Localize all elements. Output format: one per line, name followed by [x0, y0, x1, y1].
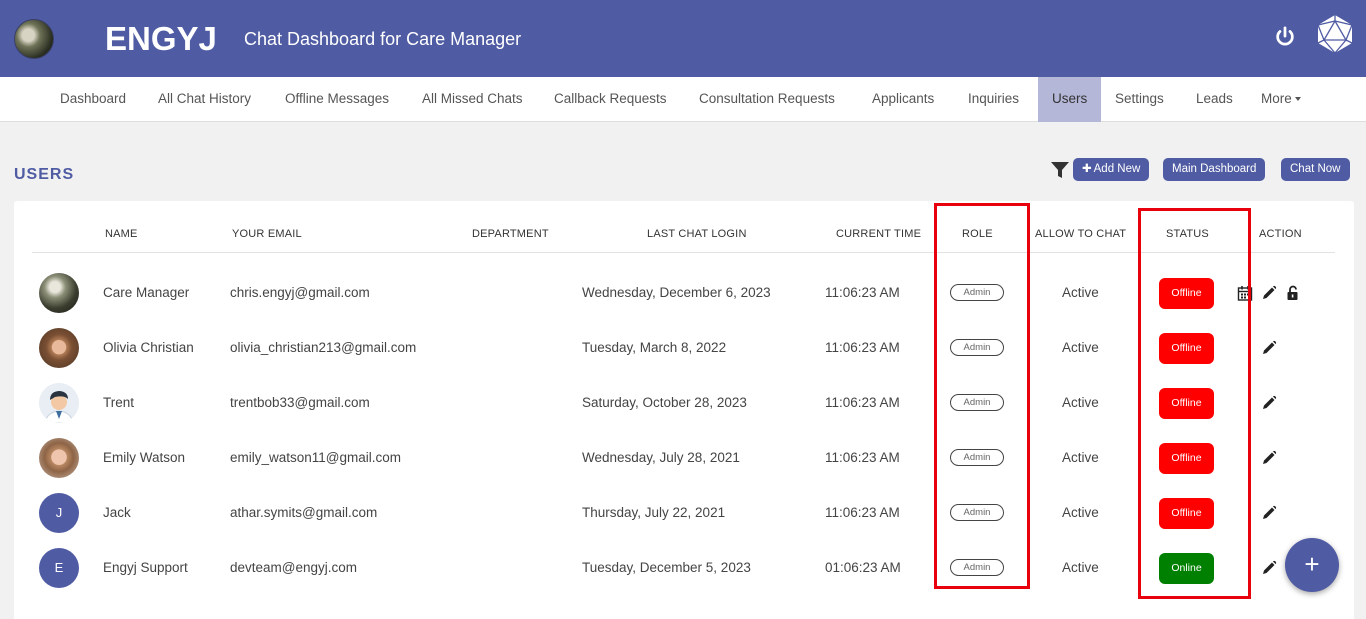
col-header-current-time: CURRENT TIME — [836, 228, 922, 240]
edit-icon[interactable] — [1261, 505, 1277, 521]
chevron-down-icon — [1294, 97, 1301, 102]
nav-settings[interactable]: Settings — [1101, 77, 1178, 122]
main-nav: Dashboard All Chat History Offline Messa… — [0, 77, 1366, 122]
role-column-highlight — [934, 203, 1030, 589]
allow-to-chat: Active — [1062, 340, 1099, 355]
nav-dashboard[interactable]: Dashboard — [46, 77, 140, 122]
current-time: 11:06:23 AM — [825, 395, 900, 410]
logo-icon — [1317, 15, 1353, 54]
edit-icon[interactable] — [1261, 450, 1277, 466]
nav-more-label: More — [1261, 91, 1292, 106]
edit-icon[interactable] — [1261, 395, 1277, 411]
user-name: Care Manager — [103, 285, 190, 300]
user-name: Trent — [103, 395, 135, 410]
allow-to-chat: Active — [1062, 505, 1099, 520]
avatar: E — [39, 548, 79, 588]
col-header-action: ACTION — [1259, 228, 1302, 240]
edit-icon[interactable] — [1261, 340, 1277, 356]
current-time: 11:06:23 AM — [825, 450, 900, 465]
allow-to-chat: Active — [1062, 450, 1099, 465]
last-chat-login: Wednesday, December 6, 2023 — [582, 285, 771, 300]
avatar — [39, 438, 79, 478]
cartoon-man-icon — [39, 383, 79, 423]
user-name: Jack — [103, 505, 131, 520]
unlock-icon[interactable] — [1285, 285, 1301, 301]
current-time: 11:06:23 AM — [825, 505, 900, 520]
user-email: olivia_christian213@gmail.com — [230, 340, 417, 355]
current-time: 11:06:23 AM — [825, 340, 900, 355]
last-chat-login: Tuesday, December 5, 2023 — [582, 560, 751, 575]
avatar: J — [39, 493, 79, 533]
nav-leads[interactable]: Leads — [1182, 77, 1247, 122]
last-chat-login: Saturday, October 28, 2023 — [582, 395, 747, 410]
plus-icon: ✚ — [1082, 163, 1092, 175]
nav-offline-messages[interactable]: Offline Messages — [271, 77, 403, 122]
col-header-last-chat-login: LAST CHAT LOGIN — [647, 228, 747, 240]
user-name: Olivia Christian — [103, 340, 194, 355]
add-new-button[interactable]: ✚ Add New — [1073, 158, 1150, 181]
current-time: 01:06:23 AM — [825, 560, 901, 575]
nav-inquiries[interactable]: Inquiries — [954, 77, 1033, 122]
add-new-label: Add New — [1093, 163, 1141, 175]
main-dashboard-button[interactable]: Main Dashboard — [1163, 158, 1266, 181]
nav-applicants[interactable]: Applicants — [858, 77, 948, 122]
edit-icon[interactable] — [1261, 560, 1277, 576]
avatar — [39, 328, 79, 368]
nav-all-chat-history[interactable]: All Chat History — [144, 77, 265, 122]
status-column-highlight — [1138, 208, 1251, 599]
floating-add-button[interactable]: + — [1285, 538, 1339, 592]
col-header-department: DEPARTMENT — [472, 228, 549, 240]
power-icon[interactable] — [1274, 26, 1296, 48]
avatar — [39, 273, 79, 313]
col-header-allow-to-chat: ALLOW TO CHAT — [1035, 228, 1127, 240]
nav-all-missed-chats[interactable]: All Missed Chats — [408, 77, 537, 122]
user-email: athar.symits@gmail.com — [230, 505, 378, 520]
page-title: USERS — [14, 166, 75, 183]
allow-to-chat: Active — [1062, 285, 1099, 300]
top-bar: ENGYJ Chat Dashboard for Care Manager — [0, 0, 1366, 77]
last-chat-login: Wednesday, July 28, 2021 — [582, 450, 740, 465]
user-name: Engyj Support — [103, 560, 188, 575]
filter-icon[interactable] — [1051, 161, 1069, 179]
nav-callback-requests[interactable]: Callback Requests — [540, 77, 681, 122]
edit-icon[interactable] — [1261, 285, 1277, 301]
user-email: emily_watson11@gmail.com — [230, 450, 402, 465]
last-chat-login: Tuesday, March 8, 2022 — [582, 340, 727, 355]
brand-logo-text: ENGYJ — [105, 20, 217, 57]
avatar — [39, 383, 79, 423]
col-header-name: NAME — [105, 228, 138, 240]
user-email: devteam@engyj.com — [230, 560, 358, 575]
user-name: Emily Watson — [103, 450, 186, 465]
nav-more[interactable]: More — [1247, 77, 1315, 122]
current-time: 11:06:23 AM — [825, 285, 900, 300]
app-subtitle: Chat Dashboard for Care Manager — [244, 29, 522, 49]
user-email: chris.engyj@gmail.com — [230, 285, 370, 300]
user-email: trentbob33@gmail.com — [230, 395, 370, 410]
allow-to-chat: Active — [1062, 560, 1099, 575]
chat-now-button[interactable]: Chat Now — [1281, 158, 1350, 181]
nav-users[interactable]: Users — [1038, 77, 1101, 122]
allow-to-chat: Active — [1062, 395, 1099, 410]
nav-consultation-requests[interactable]: Consultation Requests — [685, 77, 849, 122]
last-chat-login: Thursday, July 22, 2021 — [582, 505, 726, 520]
user-avatar[interactable] — [14, 19, 54, 59]
col-header-email: YOUR EMAIL — [232, 228, 302, 240]
